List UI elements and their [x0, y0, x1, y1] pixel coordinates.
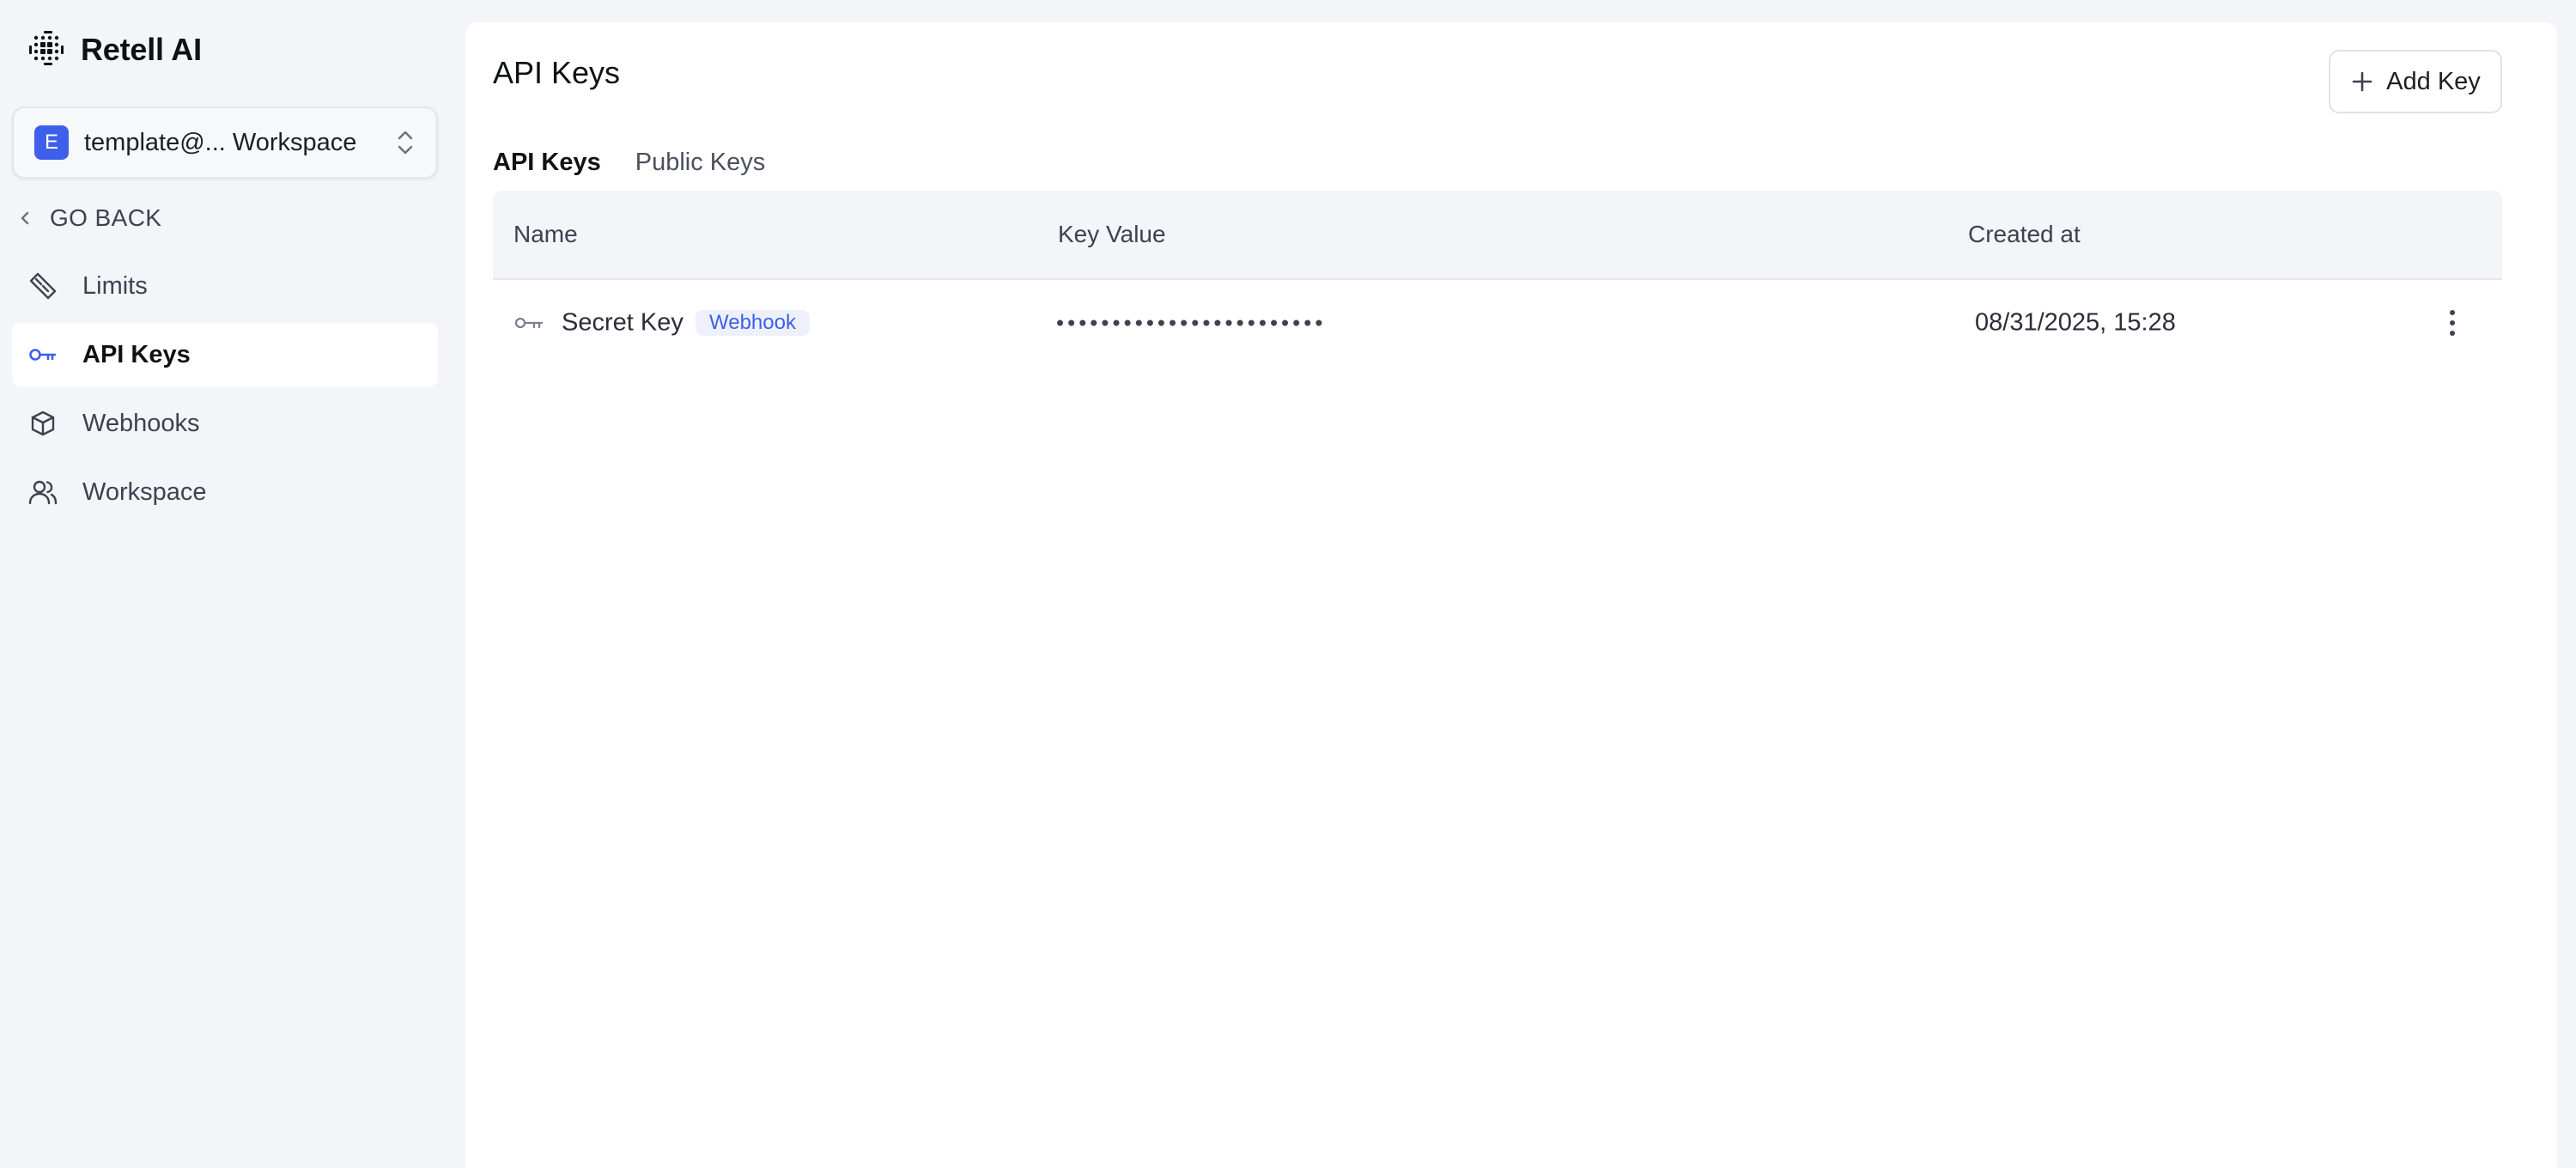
go-back-label: GO BACK	[50, 204, 161, 232]
chevron-up-down-icon	[395, 128, 416, 157]
key-icon	[26, 338, 60, 372]
key-icon	[513, 314, 544, 332]
column-header-key-value[interactable]: Key Value	[1058, 221, 1166, 248]
ruler-icon	[26, 269, 60, 303]
created-at: 08/31/2025, 15:28	[1975, 309, 2176, 338]
more-vertical-icon[interactable]	[2439, 306, 2466, 340]
column-header-name[interactable]: Name	[513, 221, 578, 248]
go-back-link[interactable]: GO BACK	[19, 203, 161, 234]
tab-bar: API Keys Public Keys	[493, 125, 2502, 199]
sidebar-item-api-keys[interactable]: API Keys	[12, 323, 438, 386]
main-panel: API Keys Add Key API Keys Public Keys Na…	[465, 22, 2557, 1168]
sidebar-nav: Limits API Keys Webhooks	[12, 254, 438, 529]
sidebar-item-label: API Keys	[82, 341, 191, 369]
sidebar-item-webhooks[interactable]: Webhooks	[12, 392, 438, 455]
add-key-label: Add Key	[2386, 68, 2481, 96]
table-header: Name Key Value Created at	[493, 191, 2502, 280]
key-name: Secret Key	[562, 309, 683, 338]
webhook-badge: Webhook	[696, 310, 810, 336]
plus-icon	[2350, 70, 2374, 94]
chevron-left-icon	[19, 210, 31, 226]
api-keys-table: Name Key Value Created at Secret Key Web…	[493, 191, 2502, 366]
cube-icon	[26, 406, 60, 441]
sidebar-item-label: Limits	[82, 272, 148, 301]
workspace-name: template@... Workspace	[84, 129, 395, 157]
sidebar-item-label: Workspace	[82, 478, 207, 507]
column-header-created-at[interactable]: Created at	[1968, 221, 2081, 248]
key-value-masked[interactable]: ••••••••••••••••••••••••	[1056, 310, 1326, 337]
brand-name: Retell AI	[81, 32, 202, 68]
app-window: Retell AI E template@... Workspace GO BA…	[0, 0, 2576, 1168]
retell-logo-icon	[29, 31, 67, 69]
sidebar-item-limits[interactable]: Limits	[12, 254, 438, 318]
sidebar: Retell AI E template@... Workspace GO BA…	[0, 0, 464, 1168]
table-row[interactable]: Secret Key Webhook •••••••••••••••••••••…	[493, 280, 2502, 366]
sidebar-item-label: Webhooks	[82, 410, 200, 438]
page-title: API Keys	[493, 55, 620, 91]
tab-public-keys[interactable]: Public Keys	[635, 125, 766, 199]
users-icon	[26, 475, 60, 509]
sidebar-item-workspace[interactable]: Workspace	[12, 460, 438, 524]
workspace-switcher[interactable]: E template@... Workspace	[12, 106, 438, 179]
workspace-avatar: E	[34, 125, 69, 160]
brand[interactable]: Retell AI	[29, 29, 202, 70]
tab-api-keys[interactable]: API Keys	[493, 125, 601, 199]
add-key-button[interactable]: Add Key	[2329, 50, 2502, 113]
